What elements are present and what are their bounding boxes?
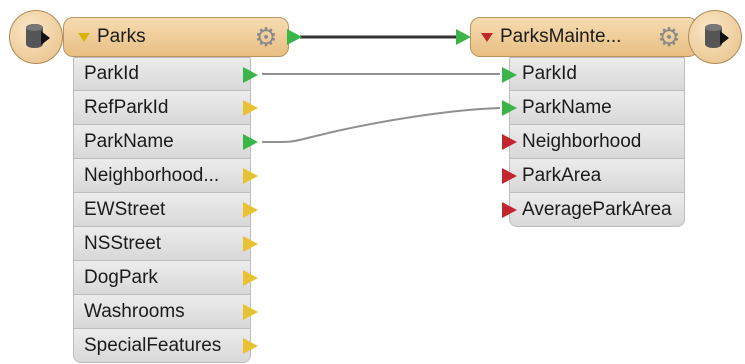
attribute-name: EWStreet — [84, 198, 166, 220]
attribute-row: ParkId — [502, 57, 685, 91]
attribute-name: Neighborhood — [522, 130, 642, 152]
attribute-output-port[interactable] — [243, 134, 258, 150]
parks-maintenance-input-port[interactable] — [456, 29, 471, 45]
attribute-row: ParkArea — [502, 159, 685, 193]
attribute-row: Neighborhood... — [73, 159, 258, 193]
attribute-name: DogPark — [84, 266, 158, 288]
database-writer-icon — [688, 10, 742, 64]
attribute-output-port[interactable] — [243, 304, 258, 320]
attribute-name: AverageParkArea — [522, 198, 672, 220]
attribute-row: ParkName — [73, 125, 258, 159]
attribute-row: ParkName — [502, 91, 685, 125]
attribute-output-port[interactable] — [243, 338, 258, 354]
parks-maintenance-attribute-list: ParkId ParkName Neighborhood ParkArea Av… — [502, 57, 685, 227]
attribute-output-port[interactable] — [243, 270, 258, 286]
attribute-row: Washrooms — [73, 295, 258, 329]
attribute-row: AverageParkArea — [502, 193, 685, 227]
parks-attribute-list: ParkId RefParkId ParkName Neighborhood..… — [73, 57, 258, 363]
attribute-input-port[interactable] — [502, 100, 517, 116]
attribute-row: ParkId — [73, 57, 258, 91]
attribute-input-port[interactable] — [502, 168, 517, 184]
attribute-name: ParkName — [522, 96, 612, 118]
attribute-name: ParkId — [84, 63, 139, 84]
attribute-row: NSStreet — [73, 227, 258, 261]
attribute-input-port[interactable] — [502, 134, 517, 150]
attribute-output-port[interactable] — [243, 236, 258, 252]
attribute-name: ParkId — [522, 63, 577, 84]
attribute-row: SpecialFeatures — [73, 329, 258, 363]
collapse-arrow-icon[interactable] — [78, 32, 90, 42]
attribute-output-port[interactable] — [243, 67, 258, 83]
collapse-arrow-icon[interactable] — [481, 32, 493, 42]
attribute-row: DogPark — [73, 261, 258, 295]
attribute-row: RefParkId — [73, 91, 258, 125]
parks-title: Parks — [97, 26, 146, 47]
attribute-input-port[interactable] — [502, 202, 517, 218]
attribute-name: Washrooms — [84, 300, 185, 322]
attribute-name: SpecialFeatures — [84, 334, 222, 356]
parks-output-port[interactable] — [287, 29, 302, 45]
attribute-input-port[interactable] — [502, 67, 517, 83]
parks-maintenance-title: ParksMainte... — [500, 26, 622, 47]
attribute-row: Neighborhood — [502, 125, 685, 159]
attribute-name: Neighborhood... — [84, 164, 220, 186]
attribute-name: NSStreet — [84, 232, 162, 254]
attribute-name: ParkArea — [522, 164, 602, 186]
database-reader-icon — [9, 10, 63, 64]
attribute-output-port[interactable] — [243, 168, 258, 184]
attribute-output-port[interactable] — [243, 100, 258, 116]
attribute-row: EWStreet — [73, 193, 258, 227]
attribute-name: ParkName — [84, 130, 174, 152]
gear-icon[interactable]: ⚙ — [655, 23, 683, 51]
attribute-name: RefParkId — [84, 96, 169, 118]
attribute-output-port[interactable] — [243, 202, 258, 218]
gear-icon[interactable]: ⚙ — [252, 23, 280, 51]
parkname-connection[interactable] — [261, 107, 501, 143]
